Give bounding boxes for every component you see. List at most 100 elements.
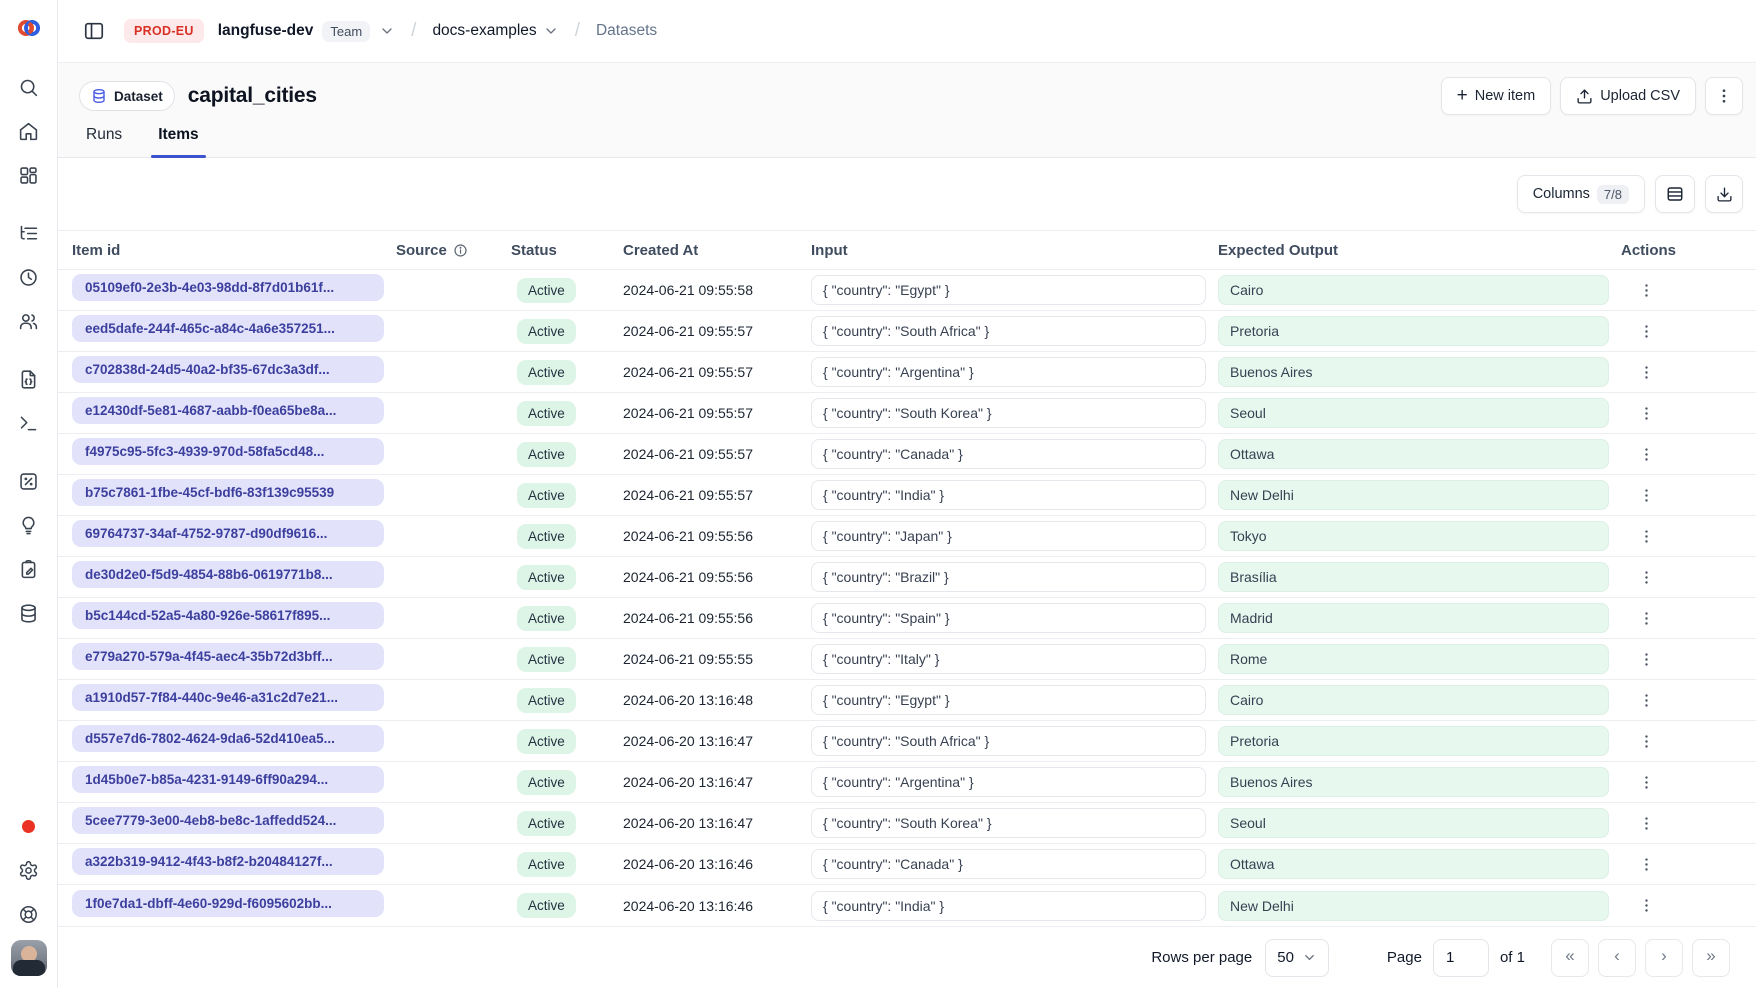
expected-output-cell[interactable]: Buenos Aires	[1218, 767, 1609, 797]
input-cell[interactable]: { "country": "Egypt" }	[811, 275, 1206, 305]
item-id-link[interactable]: d557e7d6-7802-4624-9da6-52d410ea5...	[72, 725, 384, 752]
nav-tracing[interactable]	[11, 215, 47, 251]
expected-output-cell[interactable]: Ottawa	[1218, 849, 1609, 879]
upload-csv-button[interactable]: Upload CSV	[1560, 77, 1696, 115]
row-actions-button[interactable]	[1631, 891, 1661, 921]
rows-per-page-select[interactable]: 50	[1265, 939, 1329, 977]
export-button[interactable]	[1705, 175, 1743, 213]
first-page-button[interactable]: «	[1551, 939, 1589, 977]
previous-page-button[interactable]: ‹	[1598, 939, 1636, 977]
nav-settings[interactable]	[11, 852, 47, 888]
nav-annotation[interactable]	[11, 551, 47, 587]
row-actions-button[interactable]	[1631, 357, 1661, 387]
expected-output-cell[interactable]: Cairo	[1218, 275, 1609, 305]
row-actions-button[interactable]	[1631, 808, 1661, 838]
expected-output-cell[interactable]: Pretoria	[1218, 316, 1609, 346]
row-actions-button[interactable]	[1631, 603, 1661, 633]
input-cell[interactable]: { "country": "South Korea" }	[811, 398, 1206, 428]
input-cell[interactable]: { "country": "India" }	[811, 480, 1206, 510]
row-actions-button[interactable]	[1631, 767, 1661, 797]
input-cell[interactable]: { "country": "Italy" }	[811, 644, 1206, 674]
user-avatar[interactable]	[11, 940, 47, 976]
expected-output-cell[interactable]: Ottawa	[1218, 439, 1609, 469]
expected-output-cell[interactable]: New Delhi	[1218, 480, 1609, 510]
input-cell[interactable]: { "country": "South Africa" }	[811, 316, 1206, 346]
input-cell[interactable]: { "country": "Canada" }	[811, 849, 1206, 879]
expected-output-cell[interactable]: Pretoria	[1218, 726, 1609, 756]
nav-evals[interactable]	[11, 463, 47, 499]
input-cell[interactable]: { "country": "Canada" }	[811, 439, 1206, 469]
item-id-link[interactable]: 69764737-34af-4752-9787-d90df9616...	[72, 520, 384, 547]
item-id-link[interactable]: e779a270-579a-4f45-aec4-35b72d3bff...	[72, 643, 384, 670]
expected-output-cell[interactable]: Rome	[1218, 644, 1609, 674]
nav-datasets[interactable]	[11, 595, 47, 631]
row-actions-button[interactable]	[1631, 316, 1661, 346]
expected-output-cell[interactable]: New Delhi	[1218, 891, 1609, 921]
row-actions-button[interactable]	[1631, 849, 1661, 879]
expected-output-cell[interactable]: Buenos Aires	[1218, 357, 1609, 387]
sidebar-toggle-button[interactable]	[78, 15, 110, 47]
expected-output-cell[interactable]: Tokyo	[1218, 521, 1609, 551]
tab-runs[interactable]: Runs	[79, 126, 129, 157]
last-page-button[interactable]: »	[1692, 939, 1730, 977]
expected-output-cell[interactable]: Cairo	[1218, 685, 1609, 715]
row-height-button[interactable]	[1655, 175, 1695, 213]
item-id-link[interactable]: f4975c95-5fc3-4939-970d-58fa5cd48...	[72, 438, 384, 465]
dataset-badge: Dataset	[79, 81, 175, 111]
row-actions-button[interactable]	[1631, 521, 1661, 551]
next-page-button[interactable]: ›	[1645, 939, 1683, 977]
expected-output-cell[interactable]: Brasília	[1218, 562, 1609, 592]
input-cell[interactable]: { "country": "Argentina" }	[811, 767, 1206, 797]
nav-dashboards[interactable]	[11, 157, 47, 193]
org-switcher[interactable]: langfuse-dev Team	[218, 21, 395, 42]
tab-items[interactable]: Items	[151, 126, 206, 157]
item-id-link[interactable]: c702838d-24d5-40a2-bf35-67dc3a3df...	[72, 356, 384, 383]
new-item-button[interactable]: + New item	[1441, 77, 1552, 115]
project-switcher[interactable]: docs-examples	[432, 22, 558, 40]
item-id-link[interactable]: eed5dafe-244f-465c-a84c-4a6e357251...	[72, 315, 384, 342]
row-actions-button[interactable]	[1631, 644, 1661, 674]
row-actions-button[interactable]	[1631, 685, 1661, 715]
nav-home[interactable]	[11, 113, 47, 149]
page-actions-menu-button[interactable]	[1705, 77, 1743, 115]
row-actions-button[interactable]	[1631, 480, 1661, 510]
input-cell[interactable]: { "country": "Japan" }	[811, 521, 1206, 551]
recording-indicator[interactable]	[11, 808, 47, 844]
expected-output-cell[interactable]: Madrid	[1218, 603, 1609, 633]
item-id-link[interactable]: e12430df-5e81-4687-aabb-f0ea65be8a...	[72, 397, 384, 424]
row-actions-button[interactable]	[1631, 562, 1661, 592]
item-id-link[interactable]: de30d2e0-f5d9-4854-88b6-0619771b8...	[72, 561, 384, 588]
nav-support[interactable]	[11, 896, 47, 932]
status-badge: Active	[517, 278, 576, 303]
input-cell[interactable]: { "country": "India" }	[811, 891, 1206, 921]
page-number-input[interactable]	[1433, 939, 1489, 977]
item-id-link[interactable]: a322b319-9412-4f43-b8f2-b20484127f...	[72, 848, 384, 875]
row-actions-button[interactable]	[1631, 439, 1661, 469]
input-cell[interactable]: { "country": "Spain" }	[811, 603, 1206, 633]
kebab-menu-icon	[1638, 405, 1655, 422]
item-id-link[interactable]: a1910d57-7f84-440c-9e46-a31c2d7e21...	[72, 684, 384, 711]
item-id-link[interactable]: 1d45b0e7-b85a-4231-9149-6ff90a294...	[72, 766, 384, 793]
input-cell[interactable]: { "country": "South Africa" }	[811, 726, 1206, 756]
nav-users[interactable]	[11, 303, 47, 339]
nav-insights[interactable]	[11, 507, 47, 543]
input-cell[interactable]: { "country": "Argentina" }	[811, 357, 1206, 387]
item-id-link[interactable]: 05109ef0-2e3b-4e03-98dd-8f7d01b61f...	[72, 274, 384, 301]
row-actions-button[interactable]	[1631, 275, 1661, 305]
nav-search[interactable]	[11, 69, 47, 105]
item-id-link[interactable]: b5c144cd-52a5-4a80-926e-58617f895...	[72, 602, 384, 629]
input-cell[interactable]: { "country": "South Korea" }	[811, 808, 1206, 838]
item-id-link[interactable]: 5cee7779-3e00-4eb8-be8c-1affedd524...	[72, 807, 384, 834]
input-cell[interactable]: { "country": "Brazil" }	[811, 562, 1206, 592]
item-id-link[interactable]: b75c7861-1fbe-45cf-bdf6-83f139c95539	[72, 479, 384, 506]
row-actions-button[interactable]	[1631, 726, 1661, 756]
nav-playground[interactable]	[11, 405, 47, 441]
expected-output-cell[interactable]: Seoul	[1218, 398, 1609, 428]
expected-output-cell[interactable]: Seoul	[1218, 808, 1609, 838]
columns-button[interactable]: Columns 7/8	[1517, 175, 1645, 213]
row-actions-button[interactable]	[1631, 398, 1661, 428]
item-id-link[interactable]: 1f0e7da1-dbff-4e60-929d-f6095602bb...	[72, 890, 384, 917]
input-cell[interactable]: { "country": "Egypt" }	[811, 685, 1206, 715]
nav-sessions[interactable]	[11, 259, 47, 295]
nav-json[interactable]	[11, 361, 47, 397]
